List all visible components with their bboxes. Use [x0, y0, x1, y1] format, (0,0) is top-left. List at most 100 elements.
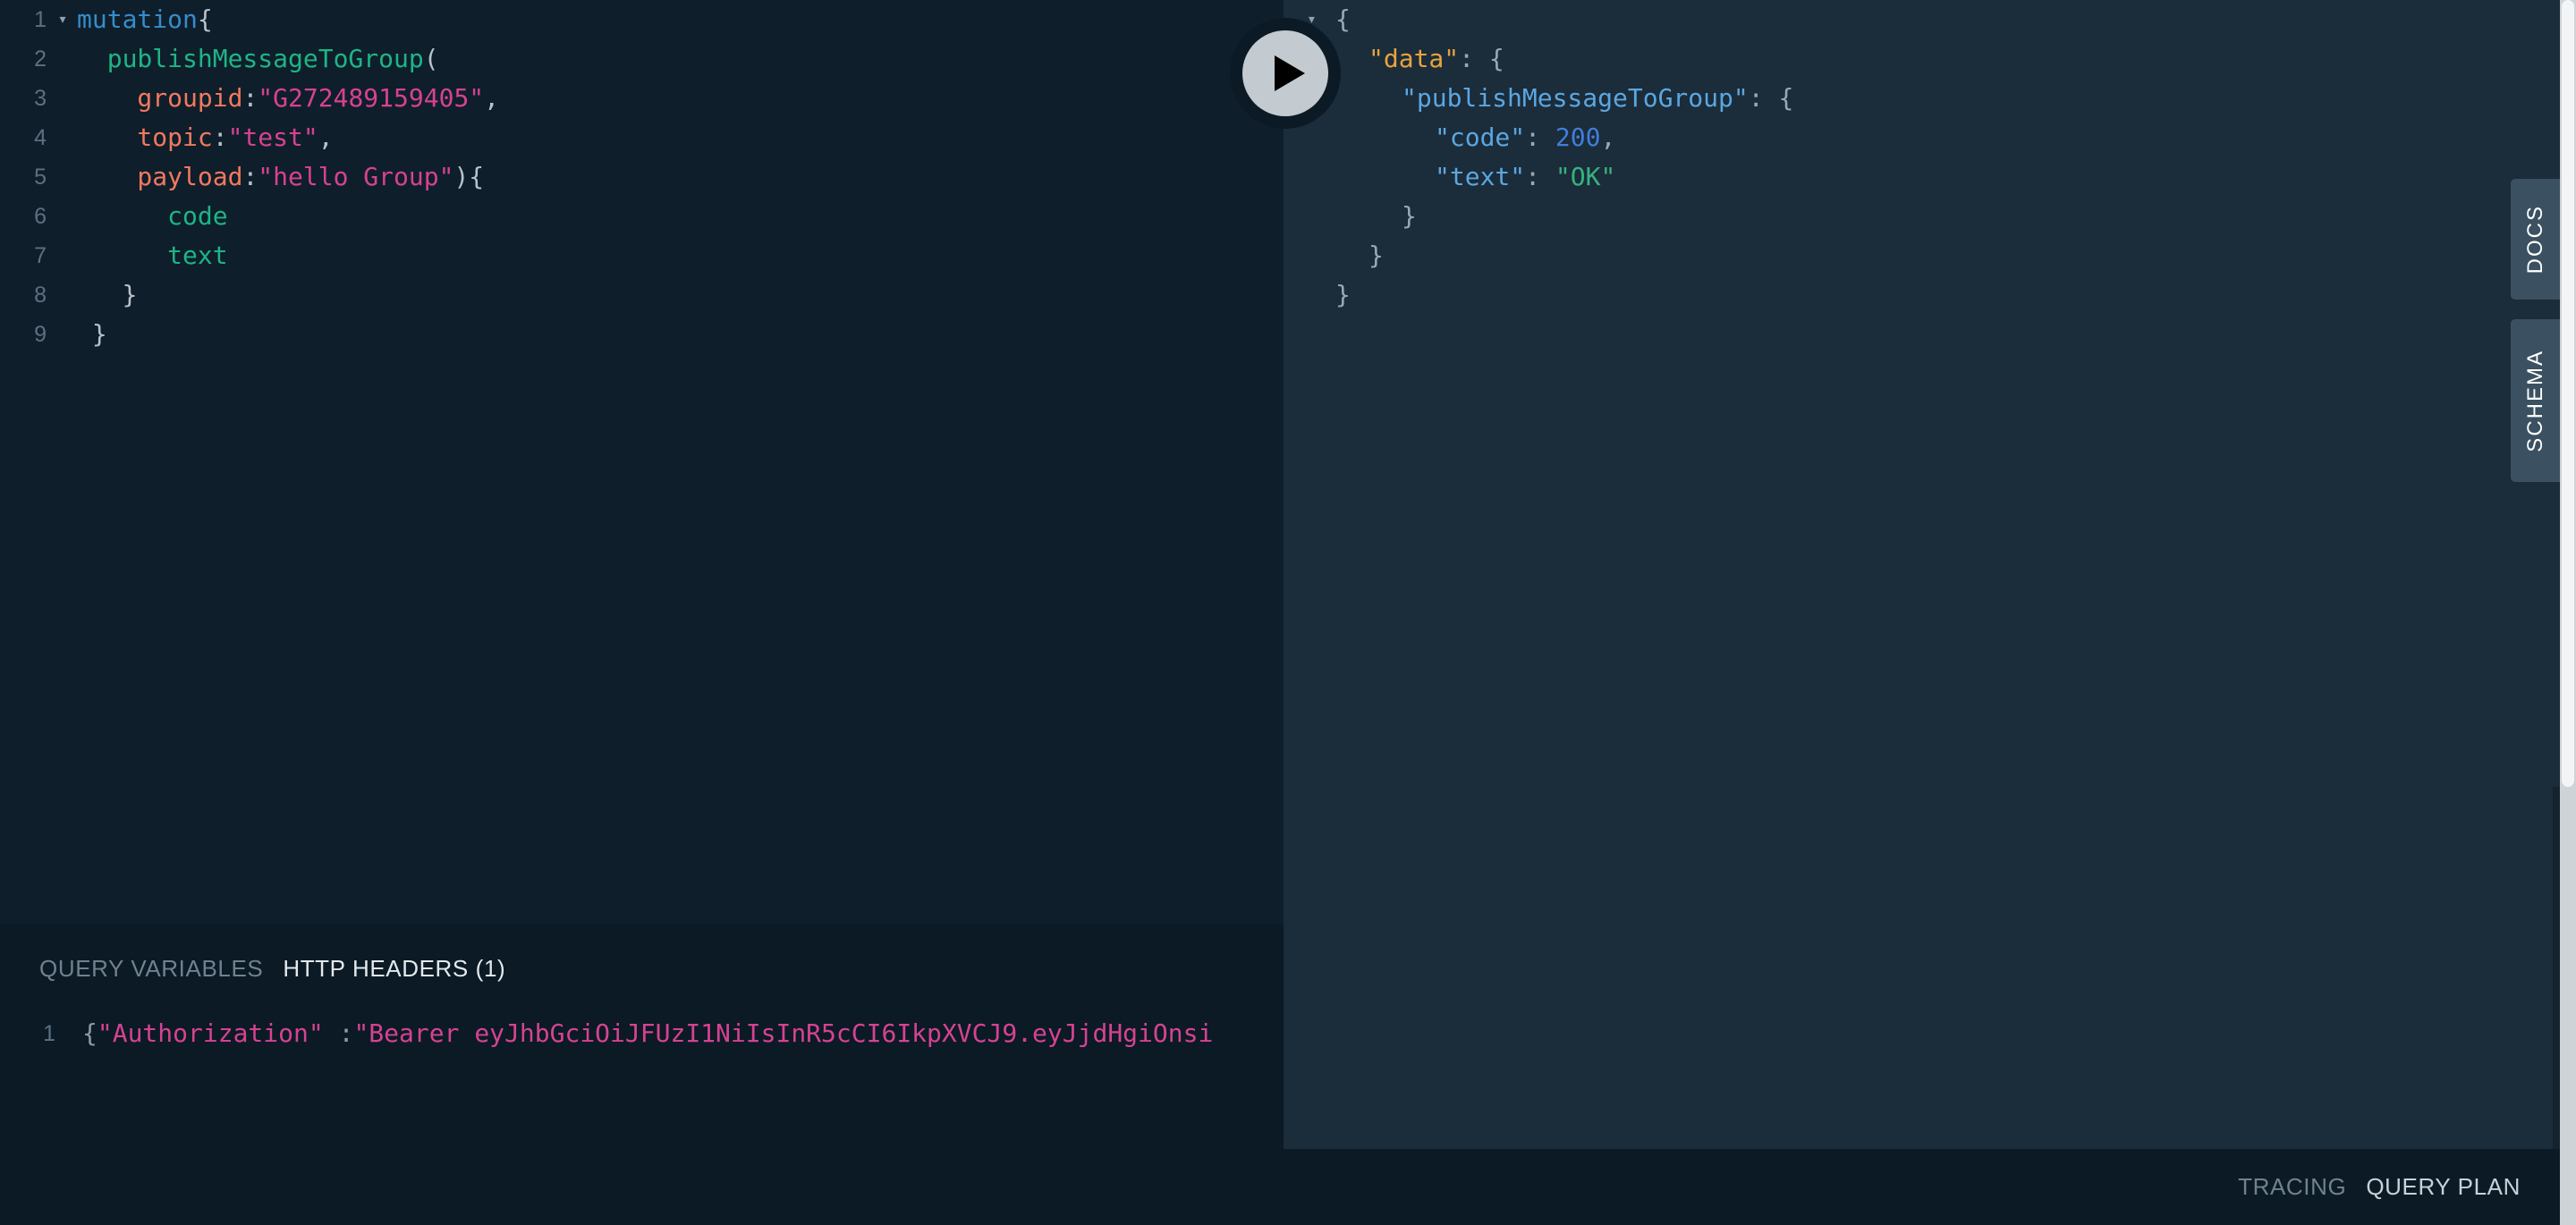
schema-tab-label: SCHEMA — [2522, 349, 2547, 452]
json-token: "OK" — [1555, 162, 1616, 191]
code-token: : — [242, 83, 258, 113]
code-token: topic — [77, 122, 213, 152]
code-line-text: publishMessageToGroup( — [77, 39, 439, 79]
json-token: : { — [1459, 44, 1504, 73]
graphql-playground: 1 ▾ mutation{2 publishMessageToGroup(3 gro… — [0, 0, 2576, 1225]
json-token: , — [1600, 122, 1616, 152]
code-token: code — [77, 201, 228, 231]
code-line: 2 publishMessageToGroup( — [0, 39, 1284, 79]
code-line: 1 {"Authorization" :"Bearer eyJhbGciOiJFU… — [0, 1013, 1284, 1054]
docs-tab-label: DOCS — [2522, 204, 2547, 275]
code-line: 9 } — [0, 315, 1284, 354]
response-pane[interactable]: ▾{▾"data": {"publishMessageToGroup": {"c… — [1284, 0, 2565, 1149]
line-number: 3 — [34, 86, 47, 111]
code-line: 3 groupid:"G272489159405", — [0, 79, 1284, 118]
code-token: } — [77, 280, 138, 309]
code-token: : — [212, 122, 228, 152]
code-token: "Bearer eyJhbGciOiJFUzI1NiIsInR5cCI6IkpX… — [353, 1018, 1214, 1048]
response-scrollbar[interactable] — [2553, 787, 2560, 1149]
code-line: 7 text — [0, 236, 1284, 275]
page-scrollbar[interactable] — [2560, 0, 2576, 1225]
code-token: : — [323, 1018, 354, 1048]
json-token: : { — [1748, 83, 1794, 113]
code-token: { — [82, 1018, 97, 1048]
response-bottom-tab-bar: TRACING QUERY PLAN — [1284, 1149, 2565, 1225]
json-token: } — [1402, 201, 1417, 231]
line-number: 9 — [34, 322, 47, 347]
response-line: "code": 200, — [1284, 118, 2565, 157]
json-token: : — [1525, 162, 1555, 191]
json-token: { — [1335, 4, 1351, 34]
code-line: 5 payload:"hello Group"){ — [0, 157, 1284, 197]
response-line-text: "text": "OK" — [1307, 157, 1615, 197]
response-line: "publishMessageToGroup": { — [1284, 79, 2565, 118]
json-token: } — [1368, 241, 1384, 270]
code-token: publishMessageToGroup — [77, 44, 424, 73]
json-token: } — [1335, 280, 1351, 309]
code-line-text: } — [77, 315, 107, 354]
play-icon-disc — [1242, 30, 1328, 116]
line-number: 1 — [34, 7, 47, 32]
response-line: } — [1284, 275, 2565, 315]
execute-query-button[interactable] — [1230, 18, 1341, 129]
line-number: 1 — [43, 1021, 55, 1046]
code-token: "G272489159405" — [258, 83, 485, 113]
response-line-text: } — [1307, 236, 1384, 275]
http-headers-editor[interactable]: 1 {"Authorization" :"Bearer eyJhbGciOiJFU… — [0, 1013, 1284, 1225]
code-token: payload — [77, 162, 243, 191]
line-number: 6 — [34, 204, 47, 229]
sidebar-item-schema[interactable]: SCHEMA — [2511, 319, 2560, 482]
response-line: ▾{ — [1284, 0, 2565, 39]
response-line-text: } — [1307, 197, 1417, 236]
json-token: "data" — [1368, 44, 1460, 73]
tab-http-headers-1[interactable]: HTTP HEADERS (1) — [283, 955, 505, 983]
code-token: , — [484, 83, 500, 113]
response-line-text: "code": 200, — [1307, 118, 1615, 157]
line-number: 4 — [34, 125, 47, 150]
code-line-text: {"Authorization" :"Bearer eyJhbGciOiJFUz… — [82, 1013, 1213, 1054]
tab-query-plan[interactable]: QUERY PLAN — [2366, 1173, 2521, 1201]
tab-tracing[interactable]: TRACING — [2238, 1173, 2346, 1201]
code-line: 8 } — [0, 275, 1284, 315]
code-line-text: mutation{ — [77, 0, 213, 39]
sidebar-item-docs[interactable]: DOCS — [2511, 179, 2560, 300]
line-number: 8 — [34, 283, 47, 308]
response-line: } — [1284, 197, 2565, 236]
code-token: text — [77, 241, 228, 270]
code-line-text: topic:"test", — [77, 118, 333, 157]
code-token: } — [77, 319, 107, 349]
fold-arrow-icon[interactable]: ▾ — [54, 0, 72, 39]
tab-query-variables[interactable]: QUERY VARIABLES — [39, 955, 263, 983]
code-token: ){ — [453, 162, 485, 191]
code-token: "test" — [227, 122, 318, 152]
line-number: 7 — [34, 243, 47, 268]
query-editor[interactable]: 1 ▾ mutation{2 publishMessageToGroup(3 gro… — [0, 0, 1284, 924]
page-scrollbar-thumb[interactable] — [2562, 0, 2574, 787]
code-line: 1 ▾ mutation{ — [0, 0, 1284, 39]
code-line: 4 topic:"test", — [0, 118, 1284, 157]
variables-tab-bar: QUERY VARIABLES HTTP HEADERS (1) — [0, 924, 505, 1013]
response-line-text: } — [1307, 275, 1351, 315]
code-token: : — [242, 162, 258, 191]
json-token: 200 — [1555, 122, 1601, 152]
code-token: "Authorization" — [97, 1018, 324, 1048]
code-line-text: text — [77, 236, 228, 275]
json-token: "text" — [1435, 162, 1526, 191]
request-pane: 1 ▾ mutation{2 publishMessageToGroup(3 gro… — [0, 0, 1284, 1225]
code-line-text: code — [77, 197, 228, 236]
line-number: 5 — [34, 165, 47, 190]
response-line-text: "publishMessageToGroup": { — [1307, 79, 1793, 118]
code-line-text: groupid:"G272489159405", — [77, 79, 499, 118]
json-token: "code" — [1435, 122, 1526, 152]
code-line-text: } — [77, 275, 138, 315]
code-line-text: payload:"hello Group"){ — [77, 157, 484, 197]
code-token: "hello Group" — [258, 162, 454, 191]
code-line: 6 code — [0, 197, 1284, 236]
response-line: } — [1284, 236, 2565, 275]
code-token: { — [197, 4, 213, 34]
code-token: groupid — [77, 83, 243, 113]
code-token: mutation — [77, 4, 198, 34]
response-line: ▾"data": { — [1284, 39, 2565, 79]
variables-pane: QUERY VARIABLES HTTP HEADERS (1) 1 {"Autho… — [0, 924, 1284, 1225]
line-number: 2 — [34, 46, 47, 72]
